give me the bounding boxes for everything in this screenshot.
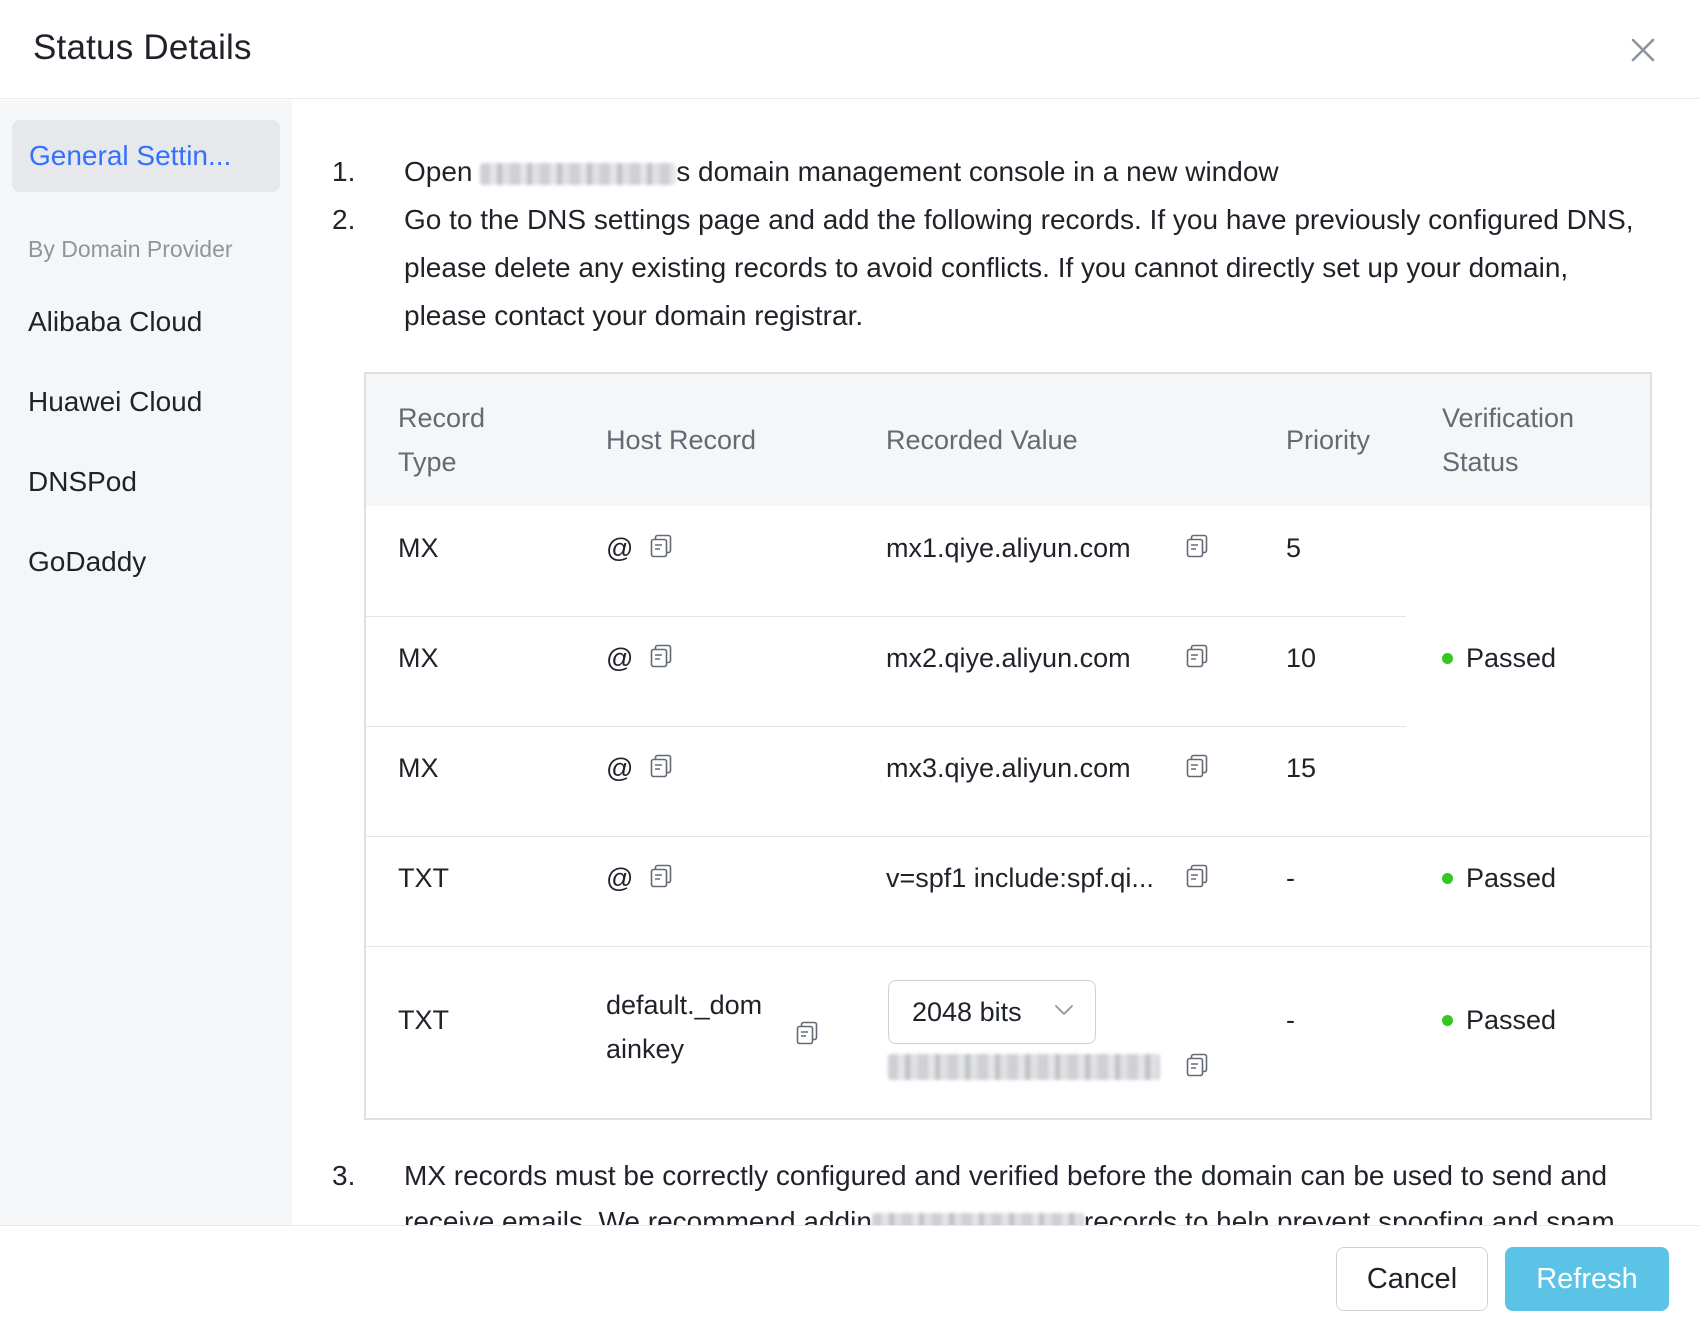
row-4-priority: - (1286, 863, 1295, 893)
instructions-panel: 1. Open s domain management console in a… (292, 100, 1700, 1225)
dialog-footer: Cancel Refresh (0, 1225, 1700, 1328)
dkim-verification-status: Passed (1442, 1005, 1556, 1036)
row-2-host-copy-button[interactable] (648, 643, 674, 669)
row-2-host: @ (606, 643, 634, 673)
header-verification-status: Verification Status (1442, 403, 1575, 477)
row-divider (366, 726, 1406, 727)
chevron-down-icon (1055, 1005, 1073, 1015)
step-2-number: 2. (332, 204, 356, 235)
row-5-host-copy-button[interactable] (794, 1020, 820, 1046)
step-3-line-1: MX records must be correctly configured … (404, 1160, 1608, 1191)
row-5-value-copy-button[interactable] (1184, 1052, 1210, 1078)
row-1-host-copy-button[interactable] (648, 533, 674, 559)
redacted-domain (480, 162, 677, 185)
step-2-line-2: please delete any existing records to av… (404, 252, 1569, 283)
step-1: 1. Open s domain management console in a… (332, 148, 1662, 196)
row-divider (366, 836, 1650, 837)
row-3-type: MX (398, 753, 439, 783)
close-icon (1631, 38, 1655, 62)
row-5-type: TXT (398, 1005, 449, 1035)
row-1-value: mx1.qiye.aliyun.com (886, 533, 1131, 563)
row-2-value: mx2.qiye.aliyun.com (886, 643, 1131, 673)
step-2: 2. Go to the DNS settings page and add t… (332, 196, 1662, 340)
step-2-line-1: Go to the DNS settings page and add the … (404, 204, 1634, 235)
sidebar-group-label: By Domain Provider (28, 236, 233, 262)
row-4-value-copy-button[interactable] (1184, 863, 1210, 889)
dialog-header: Status Details (0, 0, 1700, 99)
step-3: 3. MX records must be correctly configur… (332, 1152, 1662, 1225)
status-dot (1442, 873, 1453, 884)
step-1-text: Open s domain management console in a ne… (404, 156, 1279, 187)
row-3-value-copy-button[interactable] (1184, 753, 1210, 779)
refresh-button[interactable]: Refresh (1505, 1247, 1669, 1311)
row-3-priority: 15 (1286, 753, 1317, 783)
row-5-host: default._dom ainkey (606, 990, 763, 1064)
copy-icon (650, 644, 672, 668)
copy-icon (1186, 754, 1208, 778)
copy-icon (650, 864, 672, 888)
step-3-number: 3. (332, 1160, 356, 1191)
spf-verification-status: Passed (1442, 863, 1556, 894)
close-button[interactable] (1626, 33, 1660, 67)
copy-icon (1186, 864, 1208, 888)
cancel-button[interactable]: Cancel (1336, 1247, 1488, 1311)
step-3-line-2: receive emails. We recommend addin record… (404, 1198, 1622, 1225)
row-1-value-copy-button[interactable] (1184, 533, 1210, 559)
copy-icon (1186, 1053, 1208, 1077)
dns-records-table: Record Type Host Record Recorded Value P… (364, 372, 1652, 1120)
status-dot (1442, 653, 1453, 664)
row-5-priority: - (1286, 1005, 1295, 1035)
step-1-number: 1. (332, 156, 356, 187)
row-divider (366, 946, 1650, 947)
mx-verification-status: Passed (1442, 643, 1556, 674)
row-4-host: @ (606, 863, 634, 893)
redacted-record-names (871, 1212, 1084, 1225)
row-4-value: v=spf1 include:spf.qi... (886, 863, 1154, 893)
row-2-value-copy-button[interactable] (1184, 643, 1210, 669)
header-recorded-value: Recorded Value (886, 425, 1078, 455)
table-header: Record Type Host Record Recorded Value P… (366, 374, 1650, 506)
step-2-line-3: please contact your domain registrar. (404, 300, 864, 331)
status-dot (1442, 1015, 1453, 1026)
sidebar-item-godaddy[interactable]: GoDaddy (28, 546, 146, 578)
row-1-priority: 5 (1286, 533, 1302, 563)
sidebar-item-general-settings[interactable]: General Settin... (12, 120, 280, 192)
header-priority: Priority (1286, 425, 1371, 455)
copy-icon (1186, 644, 1208, 668)
copy-icon (796, 1021, 818, 1045)
row-3-host: @ (606, 753, 634, 783)
dialog-title: Status Details (33, 28, 252, 67)
row-2-priority: 10 (1286, 643, 1317, 673)
header-record-type: Record Type (398, 403, 486, 477)
row-4-type: TXT (398, 863, 449, 893)
copy-icon (1186, 534, 1208, 558)
sidebar-item-alibaba-cloud[interactable]: Alibaba Cloud (28, 306, 202, 338)
row-1-type: MX (398, 533, 439, 563)
header-host-record: Host Record (606, 425, 757, 455)
row-3-value: mx3.qiye.aliyun.com (886, 753, 1131, 783)
row-4-host-copy-button[interactable] (648, 863, 674, 889)
dkim-key-size-select[interactable]: 2048 bits (888, 980, 1096, 1044)
row-3-host-copy-button[interactable] (648, 753, 674, 779)
redacted-dkim-value (888, 1054, 1160, 1080)
copy-icon (650, 754, 672, 778)
provider-sidebar: General Settin... By Domain Provider Ali… (0, 100, 292, 1225)
row-1-host: @ (606, 533, 634, 563)
sidebar-item-huawei-cloud[interactable]: Huawei Cloud (28, 386, 202, 418)
dkim-key-size-value: 2048 bits (912, 996, 1022, 1027)
copy-icon (650, 534, 672, 558)
row-divider (366, 616, 1406, 617)
row-2-type: MX (398, 643, 439, 673)
sidebar-item-dnspod[interactable]: DNSPod (28, 466, 137, 498)
